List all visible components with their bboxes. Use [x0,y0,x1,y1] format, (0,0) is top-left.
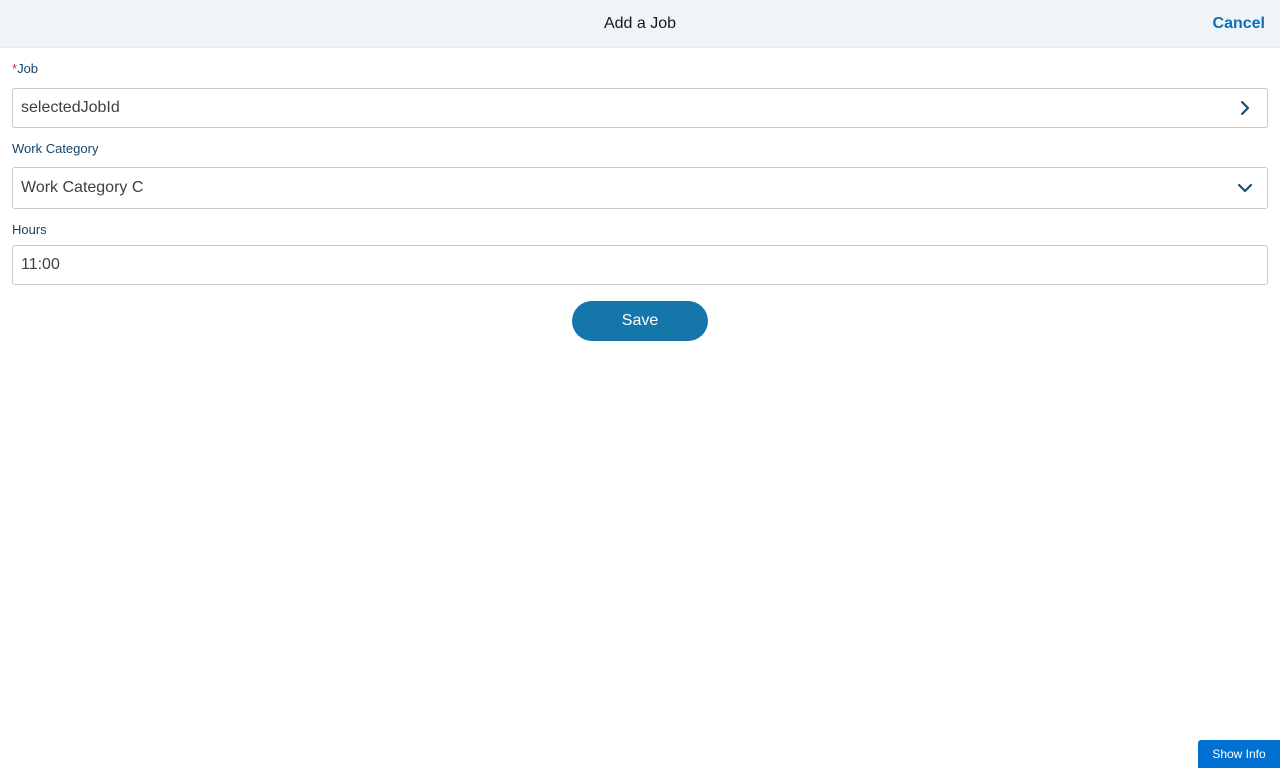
cancel-button[interactable]: Cancel [1213,0,1265,48]
show-info-button[interactable]: Show Info [1198,740,1280,768]
chevron-down-icon [1237,183,1253,193]
hours-value: 11:00 [21,256,60,273]
work-category-value: Work Category C [21,179,144,196]
job-label-text: Job [17,61,39,76]
work-category-select[interactable]: Work Category C [12,167,1268,209]
page-title: Add a Job [603,15,677,32]
hours-label: Hours [12,222,47,237]
job-lookup-field[interactable]: selectedJobId [12,88,1268,128]
hours-input[interactable]: 11:00 [12,245,1268,285]
save-button[interactable]: Save [572,301,708,341]
chevron-right-icon [1240,100,1250,116]
header-bar: Add a Job Cancel [0,0,1280,48]
work-category-label: Work Category [12,141,99,156]
job-value: selectedJobId [21,99,120,116]
job-label: *Job [12,61,38,76]
